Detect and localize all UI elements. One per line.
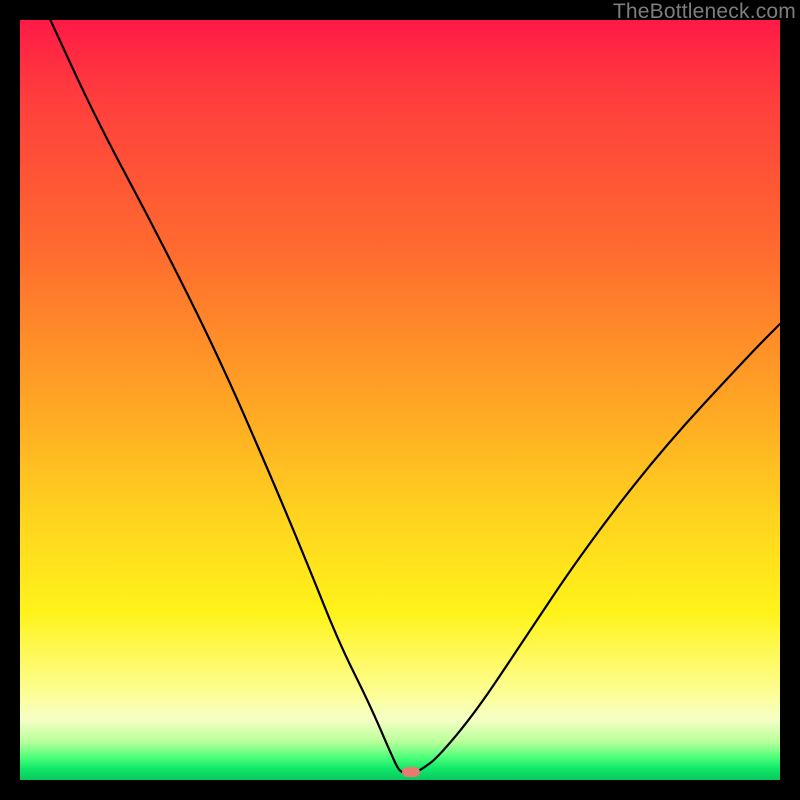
chart-frame: TheBottleneck.com xyxy=(0,0,800,800)
bottleneck-curve xyxy=(20,20,780,780)
plot-area xyxy=(20,20,780,780)
optimal-marker xyxy=(402,767,420,777)
